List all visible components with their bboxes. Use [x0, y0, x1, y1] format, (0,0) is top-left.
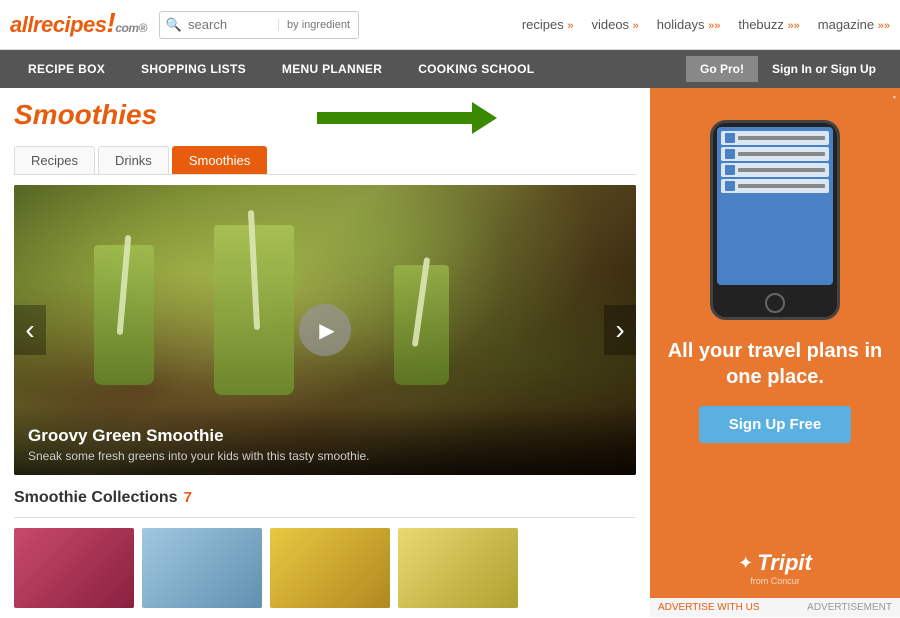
- collection-thumb-1[interactable]: [14, 528, 134, 608]
- subnav-recipe-box[interactable]: RECIPE BOX: [10, 50, 123, 88]
- collection-thumb-3[interactable]: [270, 528, 390, 608]
- phone-row-2: [721, 147, 829, 161]
- search-bar[interactable]: 🔍 by ingredient: [159, 11, 359, 39]
- straw-2: [248, 210, 260, 330]
- subnav-right: Go Pro! Sign In or Sign Up: [686, 56, 890, 82]
- signup-button[interactable]: Sign Up Free: [699, 406, 852, 443]
- site-logo[interactable]: allrecipes!com®: [10, 12, 147, 38]
- logo-com: com®: [115, 21, 147, 35]
- subnav-shopping-lists[interactable]: SHOPPING LISTS: [123, 50, 264, 88]
- straw-3: [412, 257, 430, 347]
- ad-headline: All your travel plans in one place.: [662, 338, 888, 390]
- collections-divider: [14, 517, 636, 518]
- subnav-left: RECIPE BOX SHOPPING LISTS MENU PLANNER C…: [10, 50, 686, 88]
- tab-smoothies[interactable]: Smoothies: [172, 146, 267, 174]
- advertise-link[interactable]: ADVERTISE WITH US: [658, 602, 760, 613]
- go-pro-button[interactable]: Go Pro!: [686, 56, 758, 82]
- collections-count: 7: [184, 489, 192, 506]
- logo-text: allrecipes!com®: [10, 12, 147, 38]
- collections-thumbnails: [14, 528, 636, 608]
- collections-title: Smoothie Collections: [14, 489, 178, 507]
- play-icon: ▶: [319, 318, 334, 343]
- nav-thebuzz[interactable]: thebuzz »»: [738, 17, 799, 32]
- tripit-brand-name: Tripit: [757, 550, 812, 576]
- ad-label-top: ▪: [893, 92, 896, 102]
- slideshow: ▶ ‹ › Groovy Green Smoothie Sneak some f…: [14, 185, 636, 475]
- collections-header: Smoothie Collections 7: [14, 489, 636, 507]
- tab-recipes[interactable]: Recipes: [14, 146, 95, 174]
- nav-recipes[interactable]: recipes »: [522, 17, 574, 32]
- nav-holidays[interactable]: holidays »»: [657, 17, 721, 32]
- phone-row-icon-2: [725, 149, 735, 159]
- phone-row-icon-3: [725, 165, 735, 175]
- phone-screen: [717, 127, 833, 285]
- collection-thumb-2[interactable]: [142, 528, 262, 608]
- phone-row-4: [721, 179, 829, 193]
- green-arrow: [177, 98, 636, 138]
- phone-row-text-2: [738, 152, 825, 156]
- glass-3: [394, 265, 449, 385]
- phone-row-3: [721, 163, 829, 177]
- tab-drinks[interactable]: Drinks: [98, 146, 169, 174]
- content-area: Smoothies Recipes Drinks Smoothies: [0, 88, 900, 618]
- play-button[interactable]: ▶: [299, 304, 351, 356]
- phone-row-text-4: [738, 184, 825, 188]
- collection-thumb-4[interactable]: [398, 528, 518, 608]
- main-column: Smoothies Recipes Drinks Smoothies: [0, 88, 650, 618]
- phone-row-icon-1: [725, 133, 735, 143]
- slide-title: Groovy Green Smoothie: [28, 426, 622, 446]
- nav-magazine[interactable]: magazine »»: [818, 17, 890, 32]
- phone-row-text-1: [738, 136, 825, 140]
- page-title: Smoothies: [14, 99, 157, 131]
- slide-prev-button[interactable]: ‹: [14, 305, 46, 355]
- phone-row-1: [721, 131, 829, 145]
- search-icon: 🔍: [160, 17, 188, 33]
- sub-navigation: RECIPE BOX SHOPPING LISTS MENU PLANNER C…: [0, 50, 900, 88]
- phone-row-text-3: [738, 168, 825, 172]
- right-column: ▪: [650, 88, 900, 618]
- sign-in-button[interactable]: Sign In or Sign Up: [758, 56, 890, 82]
- slide-overlay: Groovy Green Smoothie Sneak some fresh g…: [14, 406, 636, 475]
- ad-label-bottom: ADVERTISEMENT: [807, 602, 892, 613]
- ad-footer: ADVERTISE WITH US ADVERTISEMENT: [650, 598, 900, 617]
- advertisement-panel: ▪: [650, 88, 900, 598]
- phone-row-icon-4: [725, 181, 735, 191]
- content-tabs: Recipes Drinks Smoothies: [14, 146, 636, 175]
- tripit-brand-sub: from Concur: [750, 576, 800, 586]
- slide-description: Sneak some fresh greens into your kids w…: [28, 449, 622, 463]
- nav-videos[interactable]: videos »: [591, 17, 638, 32]
- search-input[interactable]: [188, 17, 278, 32]
- glass-1: [94, 245, 154, 385]
- phone-home-button: [765, 293, 785, 313]
- glass-2: [214, 225, 294, 395]
- main-nav: recipes » videos » holidays »» thebuzz »…: [371, 17, 890, 32]
- by-ingredient-label: by ingredient: [278, 19, 358, 31]
- slide-next-button[interactable]: ›: [604, 305, 636, 355]
- phone-app-rows: [717, 127, 833, 197]
- subnav-menu-planner[interactable]: MENU PLANNER: [264, 50, 400, 88]
- tripit-logo: ✦ Tripit from Concur: [738, 550, 812, 586]
- subnav-cooking-school[interactable]: COOKING SCHOOL: [400, 50, 552, 88]
- straw-1: [117, 235, 132, 335]
- phone-mockup: [710, 120, 840, 320]
- site-header: allrecipes!com® 🔍 by ingredient recipes …: [0, 0, 900, 50]
